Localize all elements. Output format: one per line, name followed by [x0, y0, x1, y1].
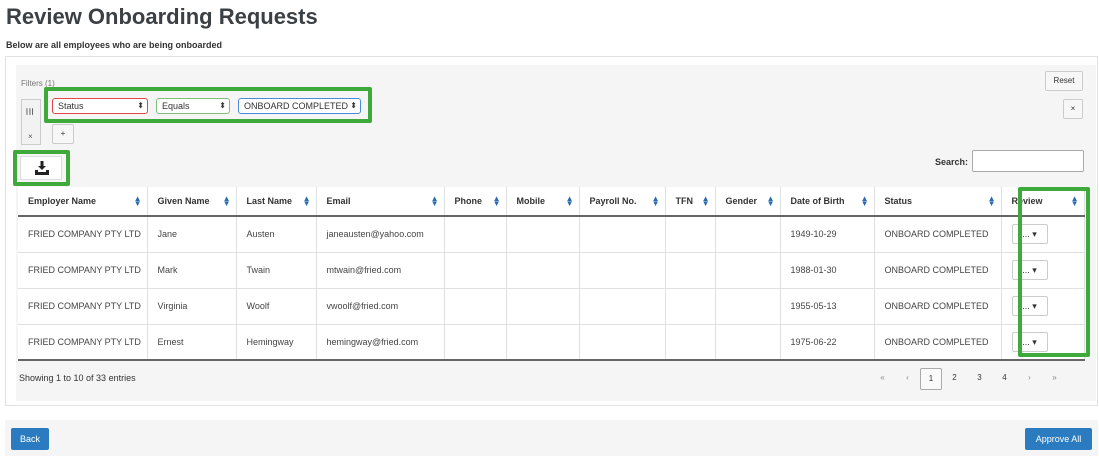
cell-payroll: [579, 252, 666, 289]
entries-info: Showing 1 to 10 of 33 entries: [19, 373, 136, 383]
column-header[interactable]: Last Name ▲ ▼: [236, 187, 317, 217]
cell-tfn: [665, 216, 716, 253]
cell-gender: [715, 216, 781, 253]
cell-employer: FRIED COMPANY PTY LTD: [18, 252, 148, 289]
cell-last-name: Austen: [236, 216, 317, 253]
column-header[interactable]: Payroll No. ▲ ▼: [579, 187, 666, 217]
search-input[interactable]: [972, 150, 1084, 172]
filters-highlight: [44, 87, 372, 123]
download-highlight: [13, 150, 70, 186]
column-header[interactable]: Employer Name ▲ ▼: [18, 187, 148, 217]
cell-status: ONBOARD COMPLETED: [874, 216, 1002, 253]
cell-last-name: Hemingway: [236, 324, 317, 361]
sort-icon: ▲ ▼: [651, 194, 660, 208]
cell-gender: [715, 288, 781, 325]
sort-icon: ▲ ▼: [302, 194, 311, 208]
cell-tfn: [665, 252, 716, 289]
cell-dob: 1988-01-30: [780, 252, 875, 289]
page-button-current[interactable]: 1: [920, 368, 942, 390]
column-header[interactable]: Given Name ▲ ▼: [147, 187, 237, 217]
column-header[interactable]: Email ▲ ▼: [316, 187, 445, 217]
cell-email: hemingway@fried.com: [316, 324, 445, 361]
sort-icon: ▲ ▼: [987, 194, 996, 208]
column-header[interactable]: Mobile ▲ ▼: [506, 187, 580, 217]
sort-icon: ▲ ▼: [860, 194, 869, 208]
cell-dob: 1975-06-22: [780, 324, 875, 361]
table-header-row: Employer Name ▲ ▼ Given Name ▲ ▼ Last Name ▲ ▼…: [18, 187, 1085, 217]
sort-icon: ▲ ▼: [565, 194, 574, 208]
sort-icon: ▲ ▼: [701, 194, 710, 208]
cell-tfn: [665, 324, 716, 361]
cell-phone: [444, 252, 507, 289]
onboarding-table: Employer Name ▲ ▼ Given Name ▲ ▼ Last Name ▲ ▼…: [18, 187, 1085, 361]
cell-employer: FRIED COMPANY PTY LTD: [18, 324, 148, 361]
column-header[interactable]: Gender ▲ ▼: [715, 187, 781, 217]
cell-status: ONBOARD COMPLETED: [874, 288, 1002, 325]
review-column-highlight: [1018, 187, 1090, 357]
cell-dob: 1955-05-13: [780, 288, 875, 325]
next-page-button[interactable]: ›: [1017, 368, 1042, 390]
table-row: FRIED COMPANY PTY LTD Ernest Hemingway h…: [18, 324, 1085, 361]
sort-icon: ▲ ▼: [430, 194, 439, 208]
page-button[interactable]: 4: [992, 368, 1017, 390]
cell-status: ONBOARD COMPLETED: [874, 252, 1002, 289]
cell-email: vwoolf@fried.com: [316, 288, 445, 325]
cell-mobile: [506, 324, 580, 361]
cell-phone: [444, 216, 507, 253]
cell-email: janeausten@yahoo.com: [316, 216, 445, 253]
sort-icon: ▲ ▼: [492, 194, 501, 208]
search-label: Search:: [935, 157, 969, 167]
table-row: FRIED COMPANY PTY LTD Jane Austen janeau…: [18, 216, 1085, 253]
column-header[interactable]: Phone ▲ ▼: [444, 187, 507, 217]
page-subtitle: Below are all employees who are being on…: [6, 40, 223, 50]
column-header[interactable]: Date of Birth ▲ ▼: [780, 187, 875, 217]
cell-given-name: Mark: [147, 252, 237, 289]
first-page-button[interactable]: «: [870, 368, 895, 390]
cell-payroll: [579, 288, 666, 325]
cell-phone: [444, 324, 507, 361]
last-page-button[interactable]: »: [1042, 368, 1067, 390]
cell-email: mtwain@fried.com: [316, 252, 445, 289]
cell-phone: [444, 288, 507, 325]
cell-given-name: Ernest: [147, 324, 237, 361]
prev-page-button[interactable]: ‹: [895, 368, 920, 390]
cell-payroll: [579, 324, 666, 361]
cell-last-name: Twain: [236, 252, 317, 289]
cell-mobile: [506, 252, 580, 289]
back-button[interactable]: Back: [11, 428, 49, 450]
cell-last-name: Woolf: [236, 288, 317, 325]
cell-given-name: Jane: [147, 216, 237, 253]
filter-group: ☰ ×: [21, 99, 41, 145]
footer-bar: [5, 420, 1098, 456]
cell-mobile: [506, 216, 580, 253]
cell-payroll: [579, 216, 666, 253]
page-button[interactable]: 3: [967, 368, 992, 390]
cell-status: ONBOARD COMPLETED: [874, 324, 1002, 361]
add-filter-button[interactable]: +: [52, 124, 74, 144]
cell-gender: [715, 252, 781, 289]
cell-employer: FRIED COMPANY PTY LTD: [18, 288, 148, 325]
cell-dob: 1949-10-29: [780, 216, 875, 253]
group-icon[interactable]: ☰: [24, 107, 35, 115]
reset-button[interactable]: Reset: [1045, 71, 1083, 91]
page-button[interactable]: 2: [942, 368, 967, 390]
close-group-icon[interactable]: ×: [28, 132, 33, 141]
sort-icon: ▲ ▼: [766, 194, 775, 208]
sort-icon: ▲ ▼: [133, 194, 142, 208]
cell-given-name: Virginia: [147, 288, 237, 325]
pagination: « ‹ 1 2 3 4 › »: [870, 368, 1067, 390]
column-header[interactable]: TFN ▲ ▼: [665, 187, 716, 217]
page-title: Review Onboarding Requests: [6, 4, 318, 29]
table-row: FRIED COMPANY PTY LTD Virginia Woolf vwo…: [18, 288, 1085, 325]
table-row: FRIED COMPANY PTY LTD Mark Twain mtwain@…: [18, 252, 1085, 289]
remove-filter-button[interactable]: ×: [1063, 99, 1083, 119]
cell-employer: FRIED COMPANY PTY LTD: [18, 216, 148, 253]
column-header[interactable]: Status ▲ ▼: [874, 187, 1002, 217]
cell-gender: [715, 324, 781, 361]
sort-icon: ▲ ▼: [222, 194, 231, 208]
cell-tfn: [665, 288, 716, 325]
approve-all-button[interactable]: Approve All: [1025, 428, 1092, 450]
cell-mobile: [506, 288, 580, 325]
